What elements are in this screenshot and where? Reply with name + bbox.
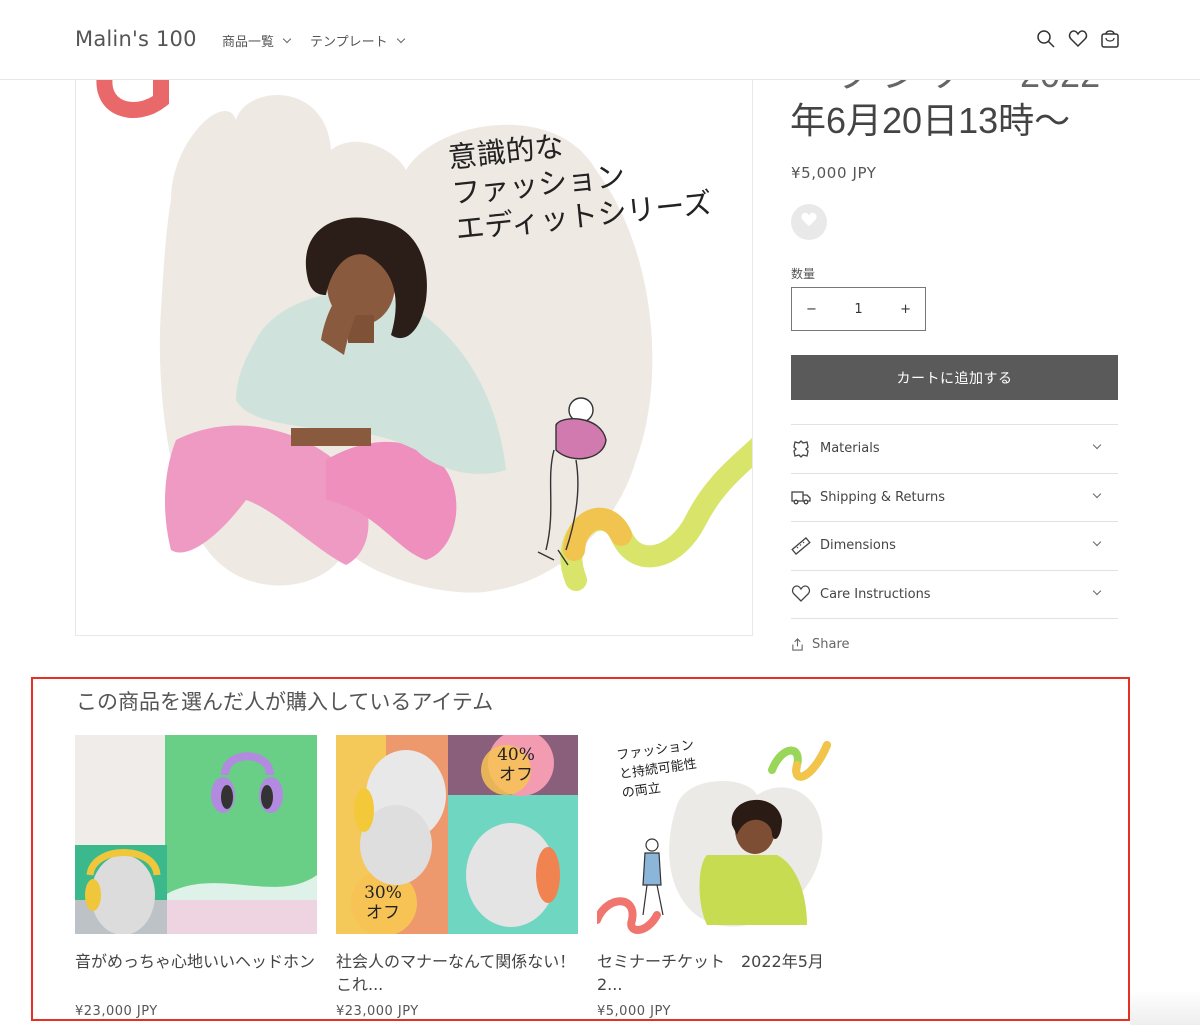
- accordion-shipping[interactable]: Shipping & Returns: [791, 474, 1118, 522]
- chevron-down-icon: [282, 34, 292, 44]
- ruler-icon: [791, 536, 811, 555]
- accordion-materials[interactable]: Materials: [791, 425, 1118, 474]
- cart-icon[interactable]: [1100, 29, 1120, 49]
- discount-percent: 30%: [364, 883, 402, 903]
- accordion-label: Materials: [820, 441, 880, 457]
- site-header: Malin's 100 商品一覧 テンプレート: [0, 0, 1200, 80]
- discount-badge: 40% オフ: [486, 745, 546, 785]
- product-title-line: 年6月20日13時〜: [790, 100, 1071, 141]
- nav-item-label: 商品一覧: [222, 35, 275, 50]
- chevron-down-icon: [1092, 586, 1102, 595]
- heart-icon[interactable]: [1068, 29, 1088, 49]
- product-price: ¥5,000 JPY: [791, 164, 877, 182]
- main-nav: 商品一覧 テンプレート: [222, 31, 405, 50]
- accordion-label: Shipping & Returns: [820, 489, 946, 505]
- share-icon: [792, 638, 803, 651]
- discount-off: オフ: [366, 903, 400, 923]
- nav-item-products[interactable]: 商品一覧: [222, 31, 292, 50]
- chevron-down-icon: [1092, 537, 1102, 547]
- header-icons: [1036, 29, 1120, 49]
- discount-badge: 30% オフ: [353, 883, 413, 923]
- chevron-down-icon: [1092, 489, 1102, 498]
- accordion-dimensions[interactable]: Dimensions: [791, 522, 1118, 571]
- discount-off: オフ: [499, 765, 533, 785]
- product-image[interactable]: 意識的な ファッション エディットシリーズ: [75, 80, 753, 636]
- product-title-line: ー ブ ン ソ ー 2022: [790, 80, 1120, 98]
- discount-percent: 40%: [497, 745, 535, 765]
- nav-item-label: テンプレート: [310, 35, 388, 50]
- quantity-stepper: − 1 +: [791, 287, 926, 331]
- product-title: ー ブ ン ソ ー 2022 年6月20日13時〜: [790, 80, 1120, 144]
- product-card-image[interactable]: [75, 735, 317, 934]
- chevron-down-icon: [1092, 440, 1102, 450]
- accordion-label: Care Instructions: [820, 586, 931, 602]
- product-card-image[interactable]: 40% オフ 30% オフ: [336, 735, 578, 934]
- product-card-name[interactable]: 社会人のマナーなんて関係ない！これ...: [336, 950, 578, 996]
- product-card-name[interactable]: 音がめっちゃ心地いいヘッドホン: [75, 950, 317, 973]
- scroll-shadow: [1130, 990, 1200, 1025]
- heart-icon: [800, 211, 818, 233]
- quantity-decrease-button[interactable]: −: [806, 302, 817, 317]
- heart-icon: [791, 585, 811, 603]
- quantity-label: 数量: [791, 267, 816, 281]
- nav-item-templates[interactable]: テンプレート: [310, 31, 405, 50]
- product-card[interactable]: 40% オフ 30% オフ 社会人のマナーなんて関係ない！これ... ¥23,0…: [336, 735, 578, 1019]
- product-card-price: ¥23,000 JPY: [336, 1004, 419, 1019]
- product-accordion: Materials Shipping & Returns Dimensions …: [791, 424, 1118, 619]
- product-card-image[interactable]: ファッション と持続可能性 の両立: [597, 735, 839, 934]
- share-label: Share: [812, 637, 850, 652]
- favorite-button[interactable]: [791, 204, 827, 240]
- product-card-image-text: ファッション と持続可能性 の両立: [615, 736, 700, 803]
- product-title-wrap: ー ブ ン ソ ー 2022 年6月20日13時〜: [780, 80, 1160, 148]
- site-logo[interactable]: Malin's 100: [75, 27, 197, 51]
- truck-icon: [791, 491, 811, 505]
- recommendations-title: この商品を選んだ人が購入しているアイテム: [76, 690, 494, 714]
- product-card-price: ¥23,000 JPY: [75, 1004, 158, 1019]
- leather-icon: [793, 439, 809, 458]
- accordion-label: Dimensions: [820, 538, 896, 554]
- chevron-down-icon: [396, 34, 405, 44]
- share-button[interactable]: Share: [791, 637, 850, 652]
- quantity-value[interactable]: 1: [854, 302, 862, 317]
- add-to-cart-button[interactable]: カートに追加する: [791, 355, 1118, 400]
- product-card[interactable]: 音がめっちゃ心地いいヘッドホン ¥23,000 JPY: [75, 735, 317, 1019]
- accordion-care[interactable]: Care Instructions: [791, 571, 1118, 619]
- search-icon[interactable]: [1036, 29, 1056, 49]
- product-card-price: ¥5,000 JPY: [597, 1004, 671, 1019]
- quantity-increase-button[interactable]: +: [900, 302, 911, 317]
- product-card[interactable]: ファッション と持続可能性 の両立 セミナーチケット 2022年5月2... ¥…: [597, 735, 839, 1019]
- product-card-name[interactable]: セミナーチケット 2022年5月2...: [597, 950, 839, 996]
